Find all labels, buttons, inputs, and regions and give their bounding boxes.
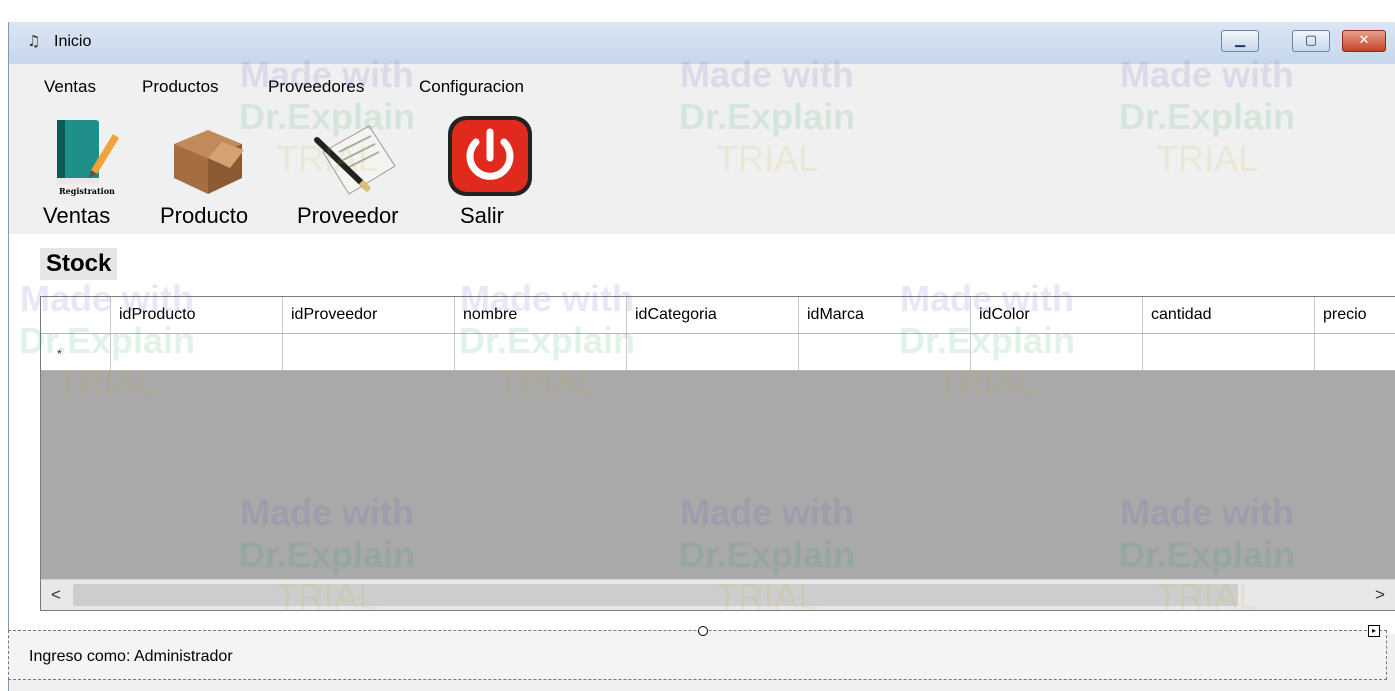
grid-cell[interactable] (971, 334, 1143, 370)
column-header[interactable]: idCategoria (627, 297, 799, 333)
close-icon: ✕ (1358, 33, 1370, 48)
box-icon (174, 130, 244, 194)
grid-cell[interactable] (627, 334, 799, 370)
status-text: Ingreso como: Administrador (29, 648, 233, 665)
grid-cell[interactable] (455, 334, 627, 370)
main-window: ♫ Inicio ▁ ▢ ✕ Ventas Productos Proveedo… (8, 22, 1395, 691)
toolbar-salir-label: Salir (460, 203, 505, 228)
menu-ventas[interactable]: Ventas (44, 77, 96, 97)
registration-book-icon: Registration (57, 120, 119, 196)
horizontal-scrollbar[interactable]: < > (41, 579, 1395, 610)
column-header[interactable]: precio (1315, 297, 1395, 333)
menu-productos[interactable]: Productos (142, 77, 219, 97)
minimize-button[interactable]: ▁ (1221, 30, 1259, 52)
column-header[interactable]: idMarca (799, 297, 971, 333)
column-header[interactable]: idColor (971, 297, 1143, 333)
grid-cell[interactable] (283, 334, 455, 370)
scrollbar-thumb[interactable] (73, 584, 1238, 606)
toolbar-producto-label: Producto (160, 203, 249, 228)
invoice-pen-icon (314, 125, 396, 195)
column-header[interactable]: idProveedor (283, 297, 455, 333)
stock-label: Stock (40, 248, 118, 280)
window-title: Inicio (54, 33, 92, 50)
svg-text:Registration: Registration (59, 186, 115, 196)
grid-header: idProducto idProveedor nombre idCategori… (41, 297, 1395, 334)
menu-bar: Ventas Productos Proveedores Configuraci… (9, 64, 1395, 104)
grid-cell[interactable] (799, 334, 971, 370)
title-bar: ♫ Inicio ▁ ▢ ✕ (9, 22, 1395, 64)
column-header[interactable]: nombre (455, 297, 627, 333)
minimize-icon: ▁ (1235, 33, 1245, 48)
menu-configuracion[interactable]: Configuracion (419, 77, 524, 97)
status-strip: ▸ Ingreso como: Administrador (8, 625, 1387, 680)
menu-proveedores[interactable]: Proveedores (268, 77, 364, 97)
stock-grid[interactable]: idProducto idProveedor nombre idCategori… (40, 296, 1395, 611)
scroll-left-icon[interactable]: < (41, 580, 71, 610)
content-area: Stock idProducto idProveedor nombre idCa… (9, 234, 1395, 634)
new-row-marker: * (41, 334, 111, 370)
maximize-button[interactable]: ▢ (1292, 30, 1330, 52)
expand-arrow-icon[interactable]: ▸ (1368, 625, 1380, 637)
grid-cell[interactable] (1143, 334, 1315, 370)
grid-cell[interactable] (111, 334, 283, 370)
toolbar: Registration Ventas Producto Proveedor S… (9, 104, 1395, 234)
column-header[interactable]: cantidad (1143, 297, 1315, 333)
close-button[interactable]: ✕ (1342, 30, 1386, 52)
column-header[interactable]: idProducto (111, 297, 283, 333)
grid-cell[interactable] (1315, 334, 1395, 370)
scroll-right-icon[interactable]: > (1365, 580, 1395, 610)
app-note-icon: ♫ (27, 32, 41, 50)
toolbar-ventas-label: Ventas (43, 203, 111, 228)
new-row[interactable]: * (41, 334, 1395, 371)
power-icon (448, 116, 532, 196)
maximize-icon: ▢ (1304, 33, 1318, 48)
row-header-corner (41, 297, 111, 333)
resize-handle-icon[interactable] (698, 626, 708, 636)
toolbar-proveedor-label: Proveedor (297, 203, 399, 228)
